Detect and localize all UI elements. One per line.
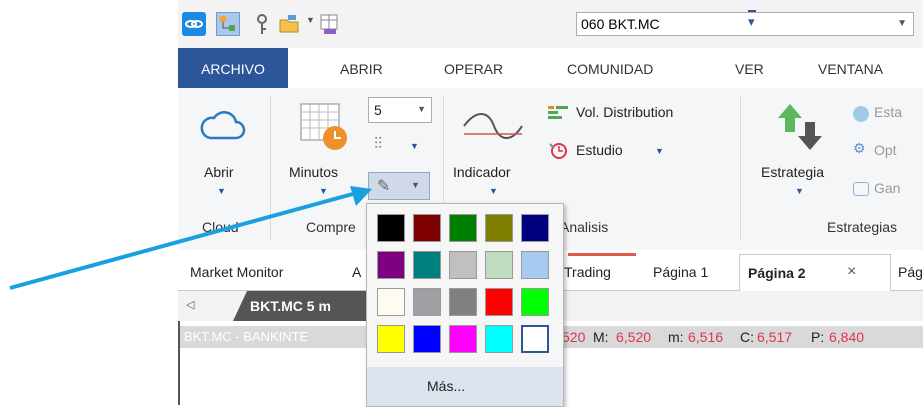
arrow-shaft [9,190,361,290]
annotation-arrow [9,186,372,290]
arrow-head [350,186,372,206]
